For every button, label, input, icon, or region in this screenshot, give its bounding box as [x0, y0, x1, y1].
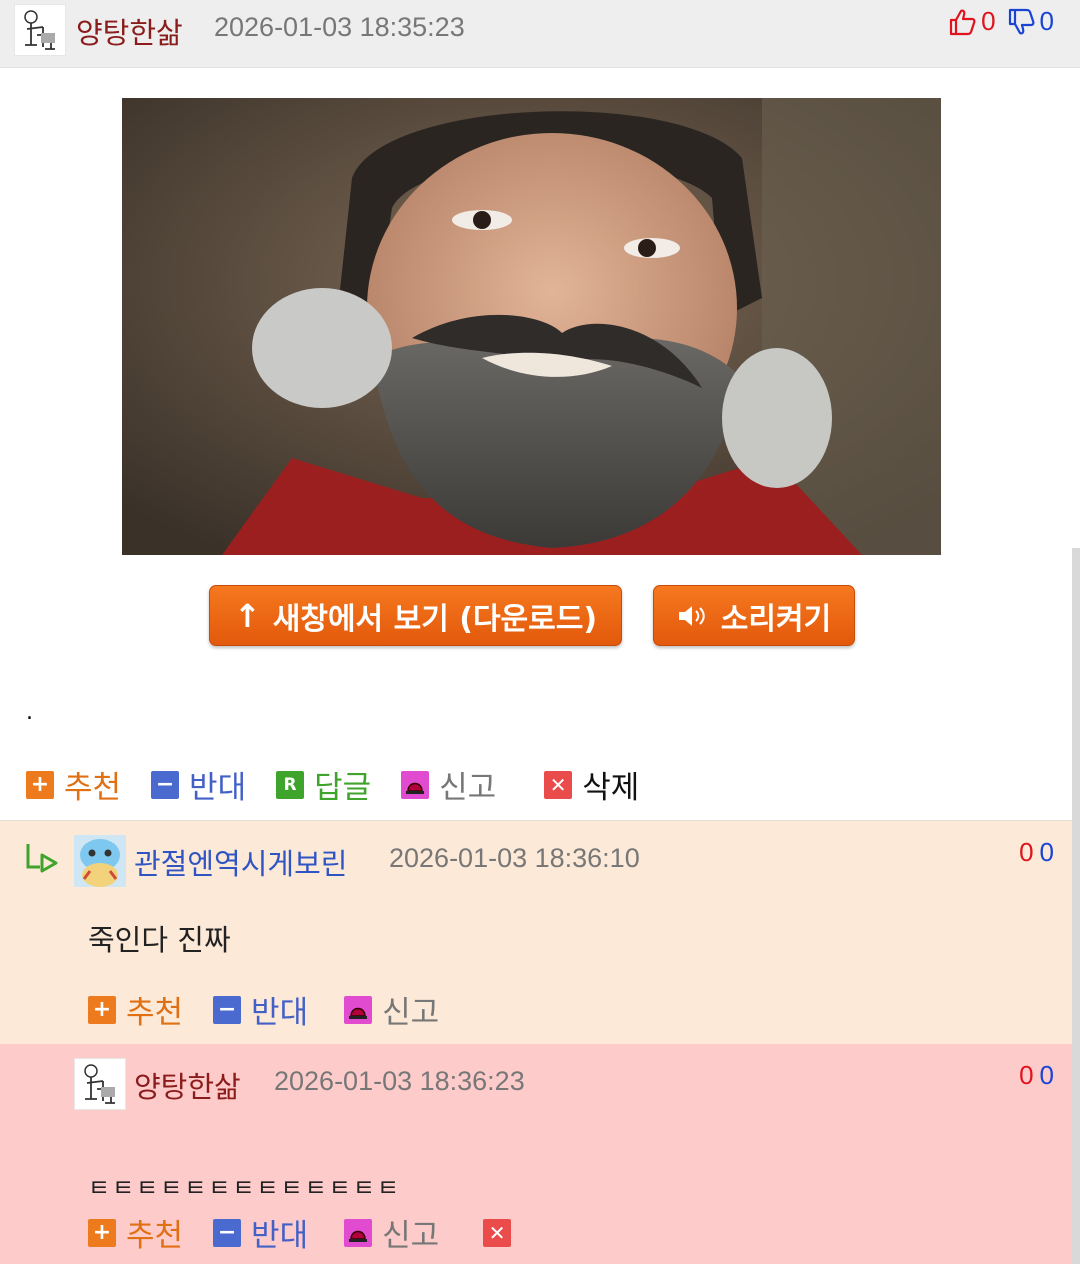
comment-upvote-count[interactable]: 0	[1019, 1060, 1033, 1090]
post-votes: 0 0	[947, 6, 1054, 37]
x-icon: ✕	[483, 1218, 512, 1247]
upvote-count: 0	[981, 6, 996, 36]
reply-label: 답글	[314, 770, 372, 806]
delete-button[interactable]: ✕	[483, 1218, 512, 1247]
post-author[interactable]: 양탕한삶	[76, 10, 183, 52]
siren-icon	[401, 770, 430, 799]
post-timestamp: 2026-01-03 18:35:23	[214, 12, 465, 42]
post-body-text: .	[26, 700, 33, 725]
comment-item: 관절엔역시게보린 2026-01-03 18:36:10 00 죽인다 진짜 +…	[0, 820, 1080, 1044]
post-action-bar: + 추천 − 반대 R 답글 신고 ✕ 삭제	[26, 762, 669, 807]
bearded-man-image	[122, 98, 941, 555]
downvote-count: 0	[1039, 6, 1054, 36]
reply-arrow-icon	[26, 844, 58, 873]
open-new-window-label: 새창에서 보기 (다운로드)	[272, 601, 598, 637]
sketch-avatar-icon	[75, 1059, 125, 1109]
comment-author[interactable]: 관절엔역시게보린	[134, 841, 347, 883]
oppose-button[interactable]: − 반대	[151, 762, 246, 807]
report-label: 신고	[382, 1218, 440, 1254]
report-label: 신고	[382, 995, 440, 1031]
post-image[interactable]	[122, 98, 941, 555]
comment-upvote-count[interactable]: 0	[1019, 837, 1033, 867]
comment-votes: 00	[1019, 1060, 1054, 1091]
oppose-label: 반대	[251, 1218, 309, 1254]
comment-text: ㅌㅌㅌㅌㅌㅌㅌㅌㅌㅌㅌㅌㅌ	[88, 1174, 402, 1202]
siren-icon	[344, 995, 373, 1024]
oppose-button[interactable]: − 반대	[213, 1210, 308, 1255]
sketch-avatar-icon	[15, 5, 65, 55]
post-header: 양탕한삶 2026-01-03 18:35:23 0 0	[0, 0, 1080, 68]
report-button[interactable]: 신고	[344, 987, 439, 1032]
x-icon: ✕	[544, 770, 573, 799]
comment-action-bar: + 추천 − 반대 신고 ✕	[88, 1210, 541, 1255]
thumbs-up-icon[interactable]	[947, 7, 977, 37]
speaker-icon	[678, 605, 705, 626]
commenter-avatar[interactable]	[74, 835, 126, 887]
recommend-button[interactable]: + 추천	[26, 762, 121, 807]
scrollbar[interactable]	[1072, 548, 1080, 1264]
commenter-avatar[interactable]	[74, 1058, 126, 1110]
thumbs-down-icon[interactable]	[1006, 7, 1036, 37]
squirtle-avatar-icon	[74, 835, 126, 887]
report-button[interactable]: 신고	[344, 1210, 439, 1255]
open-new-window-button[interactable]: ↑ 새창에서 보기 (다운로드)	[209, 585, 622, 646]
comment-downvote-count[interactable]: 0	[1040, 837, 1054, 867]
delete-button[interactable]: ✕ 삭제	[544, 762, 639, 807]
comment-timestamp: 2026-01-03 18:36:23	[274, 1066, 525, 1096]
minus-icon: −	[213, 995, 242, 1024]
sound-on-button[interactable]: 소리켜기	[653, 585, 855, 646]
report-button[interactable]: 신고	[401, 762, 496, 807]
recommend-button[interactable]: + 추천	[88, 987, 183, 1032]
plus-icon: +	[26, 770, 54, 799]
comment-timestamp: 2026-01-03 18:36:10	[389, 843, 640, 873]
sound-on-label: 소리켜기	[720, 601, 832, 637]
comment-votes: 00	[1019, 837, 1054, 868]
delete-label: 삭제	[582, 770, 640, 806]
comment-author[interactable]: 양탕한삶	[134, 1064, 241, 1106]
comment-downvote-count[interactable]: 0	[1040, 1060, 1054, 1090]
recommend-label: 추천	[126, 1218, 184, 1254]
recommend-label: 추천	[64, 770, 122, 806]
author-avatar[interactable]	[14, 4, 66, 56]
comment-item: 양탕한삶 2026-01-03 18:36:23 00 ㅌㅌㅌㅌㅌㅌㅌㅌㅌㅌㅌㅌ…	[0, 1044, 1080, 1264]
comment-text: 죽인다 진짜	[88, 923, 231, 957]
reply-r-icon: R	[276, 770, 305, 799]
comment-action-bar: + 추천 − 반대 신고	[88, 987, 469, 1032]
report-label: 신고	[439, 770, 497, 806]
recommend-button[interactable]: + 추천	[88, 1210, 183, 1255]
arrow-up-icon: ↑	[233, 596, 261, 635]
reply-button[interactable]: R 답글	[276, 762, 371, 807]
plus-icon: +	[88, 1218, 116, 1247]
oppose-button[interactable]: − 반대	[213, 987, 308, 1032]
oppose-label: 반대	[251, 995, 309, 1031]
siren-icon	[344, 1218, 373, 1247]
oppose-label: 반대	[189, 770, 247, 806]
minus-icon: −	[151, 770, 180, 799]
plus-icon: +	[88, 995, 116, 1024]
recommend-label: 추천	[126, 995, 184, 1031]
minus-icon: −	[213, 1218, 242, 1247]
